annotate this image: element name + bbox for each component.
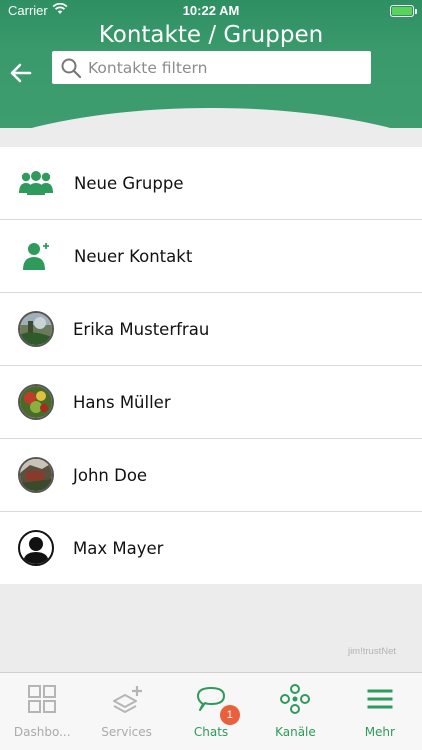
list-item-contact[interactable]: Erika Musterfrau	[0, 293, 422, 366]
tab-dashboard[interactable]: Dashbo...	[0, 673, 84, 750]
tab-label: Mehr	[364, 725, 395, 739]
menu-icon	[367, 689, 393, 709]
dashboard-icon	[28, 685, 57, 713]
tab-chats[interactable]: 1 Chats	[169, 673, 253, 750]
search-input[interactable]	[88, 58, 348, 77]
avatar	[18, 311, 54, 347]
list-item-label: Max Mayer	[73, 538, 164, 558]
search-box[interactable]	[52, 51, 371, 84]
tab-bar: Dashbo... Services 1 Chats Kanäle Mehr	[0, 672, 422, 750]
tab-label: Services	[101, 725, 152, 739]
brand-watermark: jim!trustNet	[347, 646, 396, 657]
avatar	[18, 384, 54, 420]
list-item-label: Erika Musterfrau	[73, 319, 210, 339]
list-item-contact[interactable]: John Doe	[0, 439, 422, 512]
tab-more[interactable]: Mehr	[338, 673, 422, 750]
list-item-label: John Doe	[73, 465, 148, 485]
group-icon	[17, 164, 55, 202]
tab-label: Chats	[193, 725, 229, 739]
battery-icon	[390, 5, 417, 17]
list-item-contact[interactable]: Hans Müller	[0, 366, 422, 439]
search-icon	[61, 58, 82, 78]
back-arrow-icon[interactable]	[8, 60, 34, 86]
header: Carrier 10:22 AM Kontakte / Gruppen	[0, 0, 422, 128]
page-title: Kontakte / Gruppen	[98, 22, 324, 48]
clock: 10:22 AM	[182, 3, 240, 18]
list-item-new-contact[interactable]: Neuer Kontakt	[0, 220, 422, 293]
list-item-label: Neuer Kontakt	[74, 246, 193, 266]
default-avatar-icon	[18, 530, 54, 566]
status-bar: Carrier 10:22 AM	[0, 0, 422, 22]
list-item-contact[interactable]: Max Mayer	[0, 512, 422, 584]
services-icon	[112, 686, 142, 713]
list-item-label: Neue Gruppe	[74, 173, 184, 193]
list-item-label: Hans Müller	[73, 392, 171, 412]
tab-label: Dashbo...	[13, 725, 71, 739]
tab-services[interactable]: Services	[84, 673, 168, 750]
tab-channels[interactable]: Kanäle	[253, 673, 337, 750]
unread-badge: 1	[219, 705, 240, 725]
avatar	[18, 457, 54, 493]
add-contact-icon	[17, 237, 55, 275]
contact-list: Neue Gruppe Neuer Kontakt Erika Musterfr…	[0, 147, 422, 584]
channels-icon	[280, 684, 311, 714]
tab-label: Kanäle	[275, 725, 316, 739]
list-item-new-group[interactable]: Neue Gruppe	[0, 147, 422, 220]
